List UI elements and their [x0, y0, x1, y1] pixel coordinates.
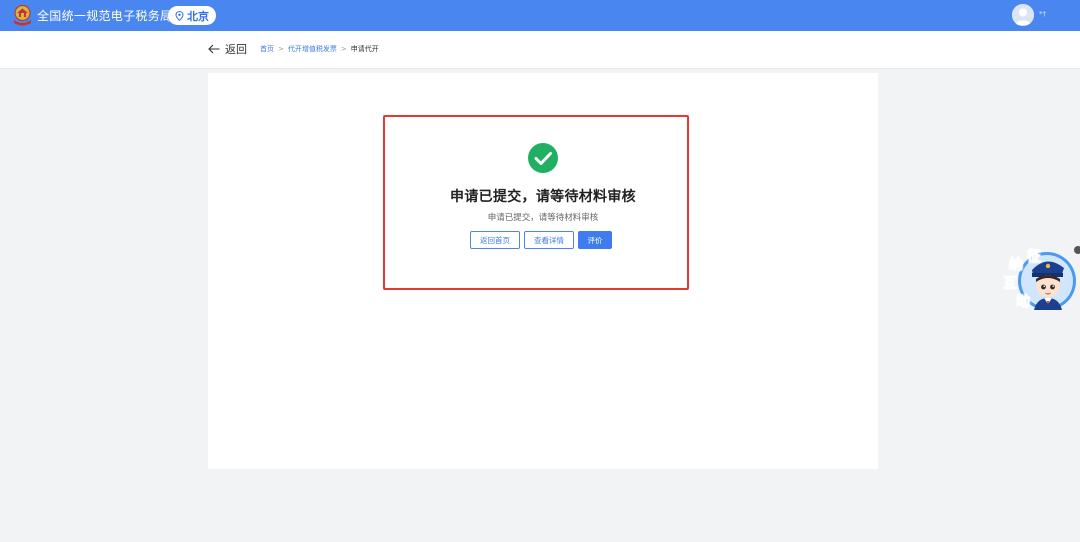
breadcrumb-parent[interactable]: 代开增值税发票 — [288, 44, 337, 54]
region-label: 北京 — [187, 9, 209, 23]
breadcrumb-home[interactable]: 首页 — [260, 44, 274, 54]
user-avatar[interactable] — [1012, 4, 1034, 26]
view-details-button[interactable]: 查看详情 — [524, 231, 574, 249]
widget-char: 纳 — [1009, 257, 1024, 274]
back-button[interactable]: 返回 — [208, 40, 247, 58]
user-icon — [1012, 4, 1034, 26]
arrow-left-icon — [208, 44, 220, 54]
site-title[interactable]: 全国统一规范电子税务局 — [37, 7, 172, 24]
back-label: 返回 — [225, 43, 247, 56]
interaction-widget[interactable]: 征 纳 互 动 — [1000, 246, 1080, 314]
result-subtitle: 申请已提交，请等待材料审核 — [487, 213, 599, 223]
rate-button[interactable]: 评价 — [578, 231, 612, 249]
return-home-button[interactable]: 返回首页 — [470, 231, 520, 249]
breadcrumb-current: 申请代开 — [350, 45, 379, 53]
sub-header: 返回 首页 > 代开增值税发票 > 申请代开 — [0, 31, 1080, 69]
result-card: 申请已提交，请等待材料审核 申请已提交，请等待材料审核 返回首页 查看详情 评价 — [208, 73, 878, 469]
top-header: 全国统一规范电子税务局 北京 *† — [0, 0, 1080, 31]
widget-close-icon[interactable] — [1074, 246, 1080, 254]
location-pin-icon — [175, 10, 184, 21]
breadcrumb-separator: > — [340, 45, 347, 53]
username[interactable]: *† — [1039, 10, 1057, 18]
success-check-icon — [528, 143, 558, 173]
widget-char: 动 — [1016, 294, 1031, 311]
widget-char: 互 — [1003, 276, 1018, 293]
region-selector[interactable]: 北京 — [168, 6, 216, 25]
breadcrumb-separator: > — [278, 45, 284, 53]
tax-emblem-icon — [14, 4, 31, 26]
widget-char: 征 — [1027, 249, 1042, 266]
result-title: 申请已提交，请等待材料审核 — [450, 189, 636, 205]
breadcrumb: 首页 > 代开增值税发票 > 申请代开 — [260, 44, 379, 54]
